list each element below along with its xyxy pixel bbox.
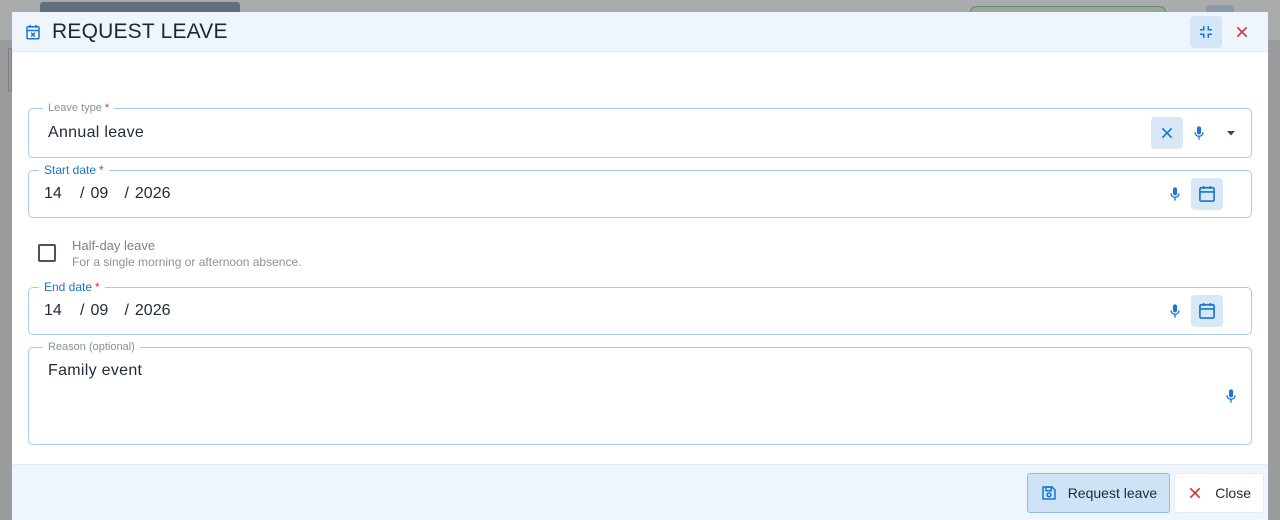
date-separator: / bbox=[124, 185, 129, 202]
half-day-label: Half-day leave bbox=[72, 238, 156, 253]
calendar-icon bbox=[1197, 184, 1217, 204]
date-separator: / bbox=[80, 185, 85, 202]
reason-textarea[interactable]: Reason (optional) Family event bbox=[28, 340, 1252, 445]
date-separator: / bbox=[124, 302, 129, 319]
dialog-footer: Request leave Close bbox=[12, 464, 1268, 520]
microphone-icon bbox=[1191, 125, 1207, 141]
exit-fullscreen-button[interactable] bbox=[1190, 15, 1222, 48]
request-leave-dialog: REQUEST LEAVE Leave type* Annual leave bbox=[12, 12, 1268, 520]
start-date-input[interactable]: 14 / 09 / 2026 bbox=[44, 185, 171, 203]
close-icon bbox=[1187, 484, 1205, 502]
end-date-month[interactable]: 09 bbox=[90, 302, 118, 320]
start-date-field[interactable]: Start date * 14 / 09 / 2026 bbox=[28, 163, 1252, 218]
start-date-month[interactable]: 09 bbox=[90, 185, 118, 203]
leave-type-voice-button[interactable] bbox=[1183, 117, 1215, 149]
start-date-voice-button[interactable] bbox=[1159, 178, 1191, 210]
close-button[interactable]: Close bbox=[1174, 472, 1264, 513]
request-leave-button[interactable]: Request leave bbox=[1026, 472, 1171, 513]
start-date-day[interactable]: 14 bbox=[44, 185, 74, 203]
calendar-x-icon bbox=[24, 22, 44, 42]
microphone-icon bbox=[1167, 186, 1183, 202]
end-date-field[interactable]: End date * 14 / 09 / 2026 bbox=[28, 280, 1252, 335]
half-day-option: Half-day leave For a single morning or a… bbox=[38, 237, 301, 271]
end-date-label: End date * bbox=[39, 280, 105, 294]
dialog-title: REQUEST LEAVE bbox=[52, 19, 228, 43]
start-date-label: Start date * bbox=[39, 163, 109, 177]
microphone-icon bbox=[1223, 388, 1239, 404]
end-date-voice-button[interactable] bbox=[1159, 295, 1191, 327]
microphone-icon bbox=[1167, 303, 1183, 319]
leave-type-dropdown-button[interactable] bbox=[1215, 117, 1247, 149]
leave-type-value: Annual leave bbox=[48, 124, 145, 141]
close-icon bbox=[1234, 24, 1250, 40]
request-leave-label: Request leave bbox=[1067, 484, 1158, 501]
clear-icon bbox=[1159, 125, 1175, 141]
reason-label: Reason (optional) bbox=[43, 340, 140, 354]
close-label: Close bbox=[1215, 484, 1251, 501]
half-day-help-text: For a single morning or afternoon absenc… bbox=[72, 255, 302, 269]
calendar-icon bbox=[1197, 301, 1217, 321]
end-date-year[interactable]: 2026 bbox=[135, 302, 171, 320]
half-day-checkbox[interactable] bbox=[38, 244, 56, 262]
save-icon bbox=[1040, 484, 1058, 502]
reason-value: Family event bbox=[48, 362, 143, 379]
start-date-picker-button[interactable] bbox=[1191, 178, 1223, 210]
leave-type-select[interactable]: Leave type * Annual leave bbox=[28, 101, 1252, 158]
end-date-picker-button[interactable] bbox=[1191, 295, 1223, 327]
leave-type-label: Leave type * bbox=[43, 101, 115, 115]
reason-voice-button[interactable] bbox=[1215, 380, 1247, 412]
clear-leave-type-button[interactable] bbox=[1151, 117, 1183, 149]
end-date-input[interactable]: 14 / 09 / 2026 bbox=[44, 302, 171, 320]
close-dialog-button[interactable] bbox=[1226, 16, 1258, 48]
exit-fullscreen-icon bbox=[1197, 23, 1215, 41]
chevron-down-icon bbox=[1225, 127, 1237, 139]
end-date-day[interactable]: 14 bbox=[44, 302, 74, 320]
dialog-body: Leave type * Annual leave Start date * 1… bbox=[12, 52, 1268, 464]
start-date-year[interactable]: 2026 bbox=[135, 185, 171, 203]
date-separator: / bbox=[80, 302, 85, 319]
dialog-header: REQUEST LEAVE bbox=[12, 12, 1268, 52]
